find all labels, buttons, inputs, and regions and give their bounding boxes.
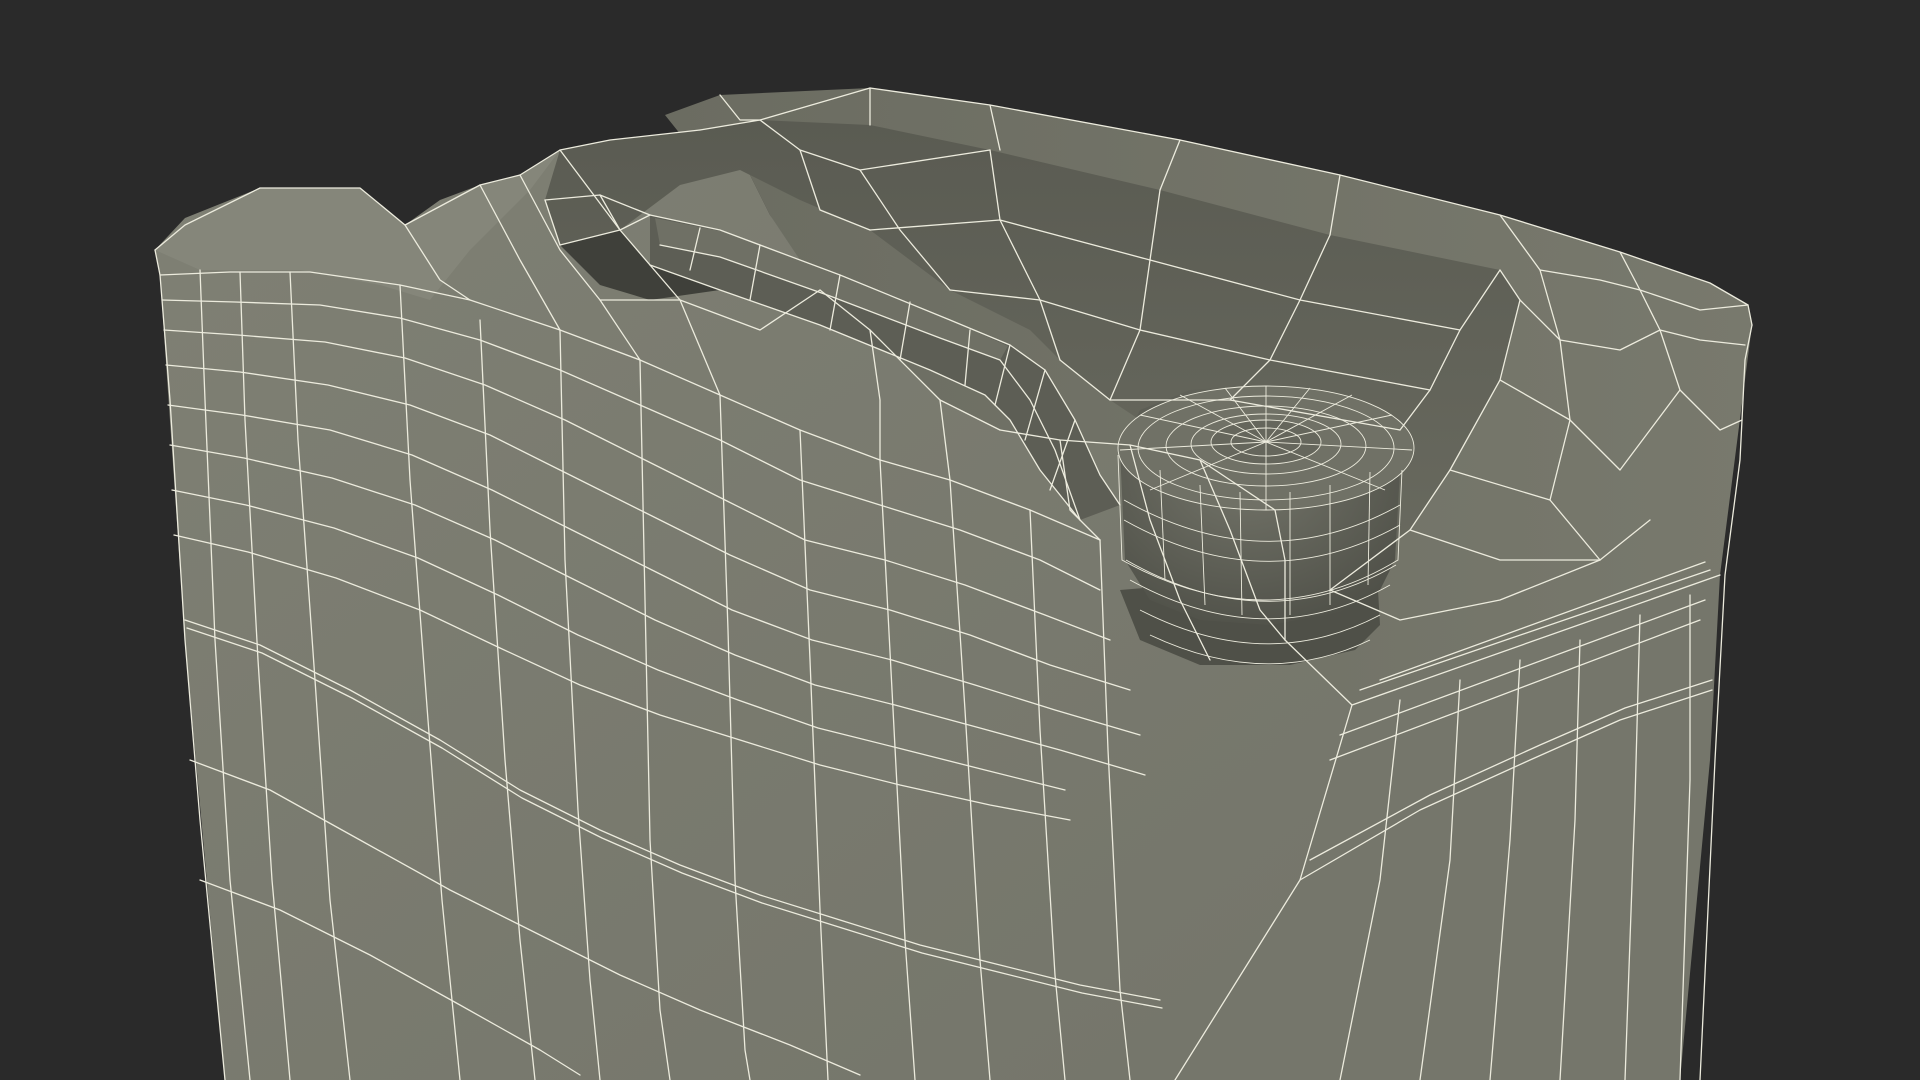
viewport xyxy=(0,0,1920,1080)
jerrycan-render xyxy=(154,87,1753,1080)
